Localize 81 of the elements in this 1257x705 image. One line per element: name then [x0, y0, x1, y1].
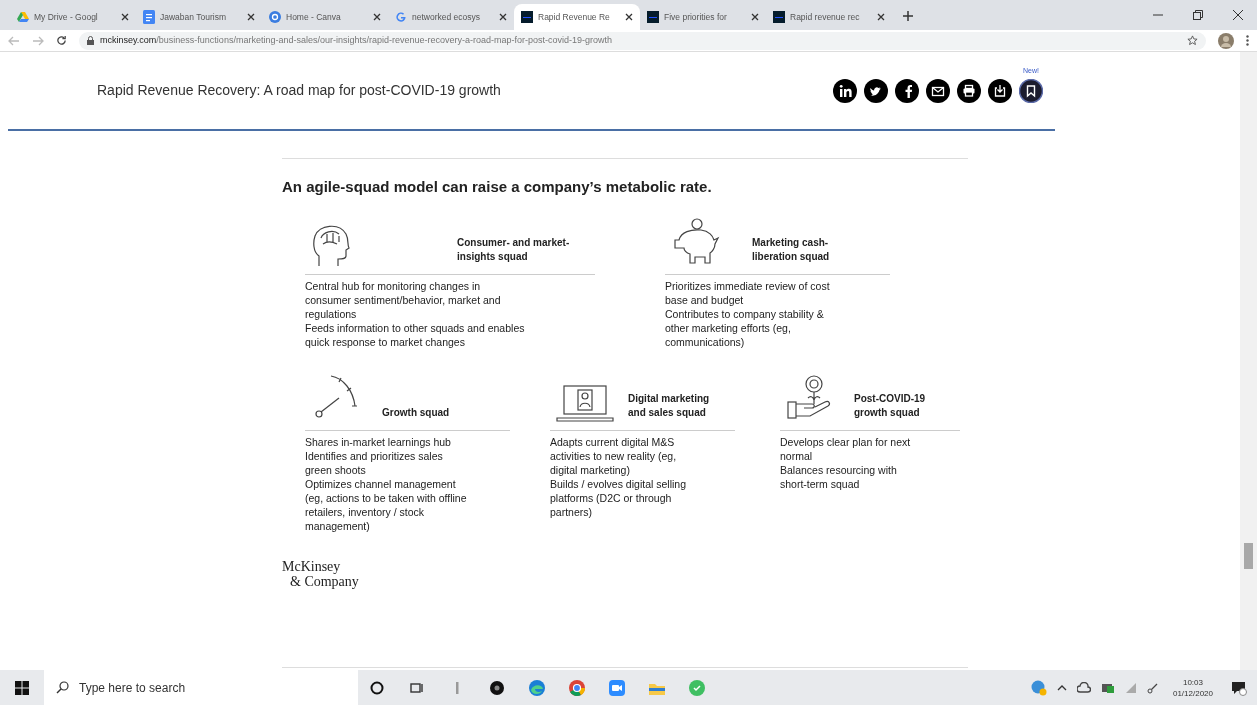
address-bar[interactable]: mckinsey.com/business-functions/marketing-and-sales/our-insights/rapid-revenue-recovery-a-road-map-for-post-covid-19-growth: [79, 31, 1206, 50]
squad-description: Central hub for monitoring changes in consumer sentiment/behavior, market and regulations: [305, 278, 502, 321]
tab-title: My Drive - Googl: [34, 10, 99, 24]
star-icon[interactable]: [1187, 35, 1198, 46]
squad-title: Consumer- and market-insights squad: [457, 235, 571, 264]
squad-description: Optimizes channel management (eg, actions to be taken with offline retailers, inventory / stock management): [305, 476, 468, 533]
google-icon: [395, 11, 407, 23]
close-icon[interactable]: [1233, 10, 1243, 20]
scrollbar-thumb[interactable]: [1244, 543, 1253, 569]
browser-tab[interactable]: Home - Canva: [262, 4, 388, 30]
squad-description: Feeds information to other squads and enables quick response to market changes: [305, 320, 525, 349]
document-icon: [143, 10, 155, 24]
download-icon[interactable]: [988, 78, 1012, 103]
print-icon[interactable]: [957, 78, 981, 103]
chrome-icon[interactable]: [568, 678, 586, 697]
facebook-icon[interactable]: [895, 78, 919, 103]
windows-icon[interactable]: [15, 680, 29, 695]
restore-icon[interactable]: [1193, 10, 1203, 20]
app-icon[interactable]: [488, 678, 506, 697]
browser-tab[interactable]: networked ecosys: [388, 4, 514, 30]
article-title: Rapid Revenue Recovery: A road map for post-COVID-19 growth: [97, 81, 501, 100]
url-text: mckinsey.com/business-functions/marketing-and-sales/our-insights/rapid-revenue-recovery-a-road-map-for-post-covid-19-growth: [100, 33, 613, 47]
squad-description: Shares in-market learnings hub: [305, 434, 452, 449]
close-icon[interactable]: [373, 13, 381, 21]
email-icon[interactable]: [926, 78, 950, 103]
avatar-icon[interactable]: [1218, 32, 1234, 49]
scrollbar[interactable]: [1240, 52, 1257, 670]
drive-icon: [17, 11, 29, 23]
tab-title: Five priorities for: [664, 10, 728, 24]
squad-title: Post-COVID-19 growth squad: [854, 391, 927, 420]
browser-tab[interactable]: Rapid Revenue Re: [514, 4, 640, 30]
squad-description: Identifies and prioritizes sales green shoots: [305, 448, 444, 477]
lock-icon: [87, 36, 94, 45]
notification-icon[interactable]: [1231, 679, 1247, 696]
squad-description: Prioritizes immediate review of cost base and budget: [665, 278, 831, 307]
squad-description: Balances resourcing with short-term squad: [780, 462, 898, 491]
logo-text: & Company: [290, 573, 360, 589]
close-icon[interactable]: [121, 13, 129, 21]
close-icon[interactable]: [751, 13, 759, 21]
twitter-icon[interactable]: [864, 78, 888, 103]
check-circle-icon[interactable]: [688, 678, 706, 697]
linkedin-icon[interactable]: [833, 78, 857, 103]
close-icon[interactable]: [625, 13, 633, 21]
plus-icon[interactable]: [902, 10, 914, 22]
caret-up-icon[interactable]: [1056, 684, 1067, 691]
square-icon: [521, 11, 533, 23]
close-icon[interactable]: [247, 13, 255, 21]
square-icon: [647, 11, 659, 23]
tab-title: Rapid Revenue Re: [538, 10, 611, 24]
squad-title: Marketing cash-liberation squad: [752, 235, 831, 264]
tab-title: networked ecosys: [412, 10, 482, 24]
browser-tab[interactable]: My Drive - Googl: [10, 4, 136, 30]
bookmark-icon[interactable]: [1019, 78, 1043, 103]
tab-title: Jawaban Tourism: [160, 10, 227, 24]
exhibit-heading: An agile-squad model can raise a company’s metabolic rate.: [282, 177, 713, 197]
search-placeholder: Type here to search: [79, 679, 186, 697]
search-icon: [56, 681, 69, 694]
video-icon[interactable]: [608, 678, 626, 697]
squad-description: Contributes to company stability & other marketing efforts (eg, communications): [665, 306, 825, 349]
squad-description: Adapts current digital M&S activities to new reality (eg, digital marketing): [550, 434, 678, 477]
square-icon: [773, 11, 785, 23]
search-field[interactable]: Type here to search: [44, 670, 358, 705]
tab-title: Rapid revenue rec: [790, 10, 861, 24]
close-icon[interactable]: [499, 13, 507, 21]
logo-text: McKinsey: [282, 558, 342, 574]
more-icon[interactable]: [1246, 35, 1249, 46]
reload-icon[interactable]: [56, 35, 67, 46]
tab-title: Home - Canva: [286, 10, 342, 24]
browser-tab[interactable]: Jawaban Tourism: [136, 4, 262, 30]
browser-tab[interactable]: Five priorities for: [640, 4, 766, 30]
browser-tab[interactable]: Rapid revenue rec: [766, 4, 892, 30]
squad-description: Develops clear plan for next normal: [780, 434, 912, 463]
squad-description: Builds / evolves digital selling platforms (D2C or through partners): [550, 476, 687, 519]
edge-icon[interactable]: [528, 678, 546, 697]
circle-icon: [269, 11, 281, 23]
close-icon[interactable]: [877, 13, 885, 21]
squad-title: Growth squad: [382, 405, 451, 420]
clock[interactable]: 10:03 01/12/2020: [1172, 676, 1213, 699]
cloud-icon[interactable]: [1076, 681, 1091, 694]
squad-title: Digital marketing and sales squad: [628, 391, 711, 420]
laptop-person-icon: [556, 383, 614, 424]
